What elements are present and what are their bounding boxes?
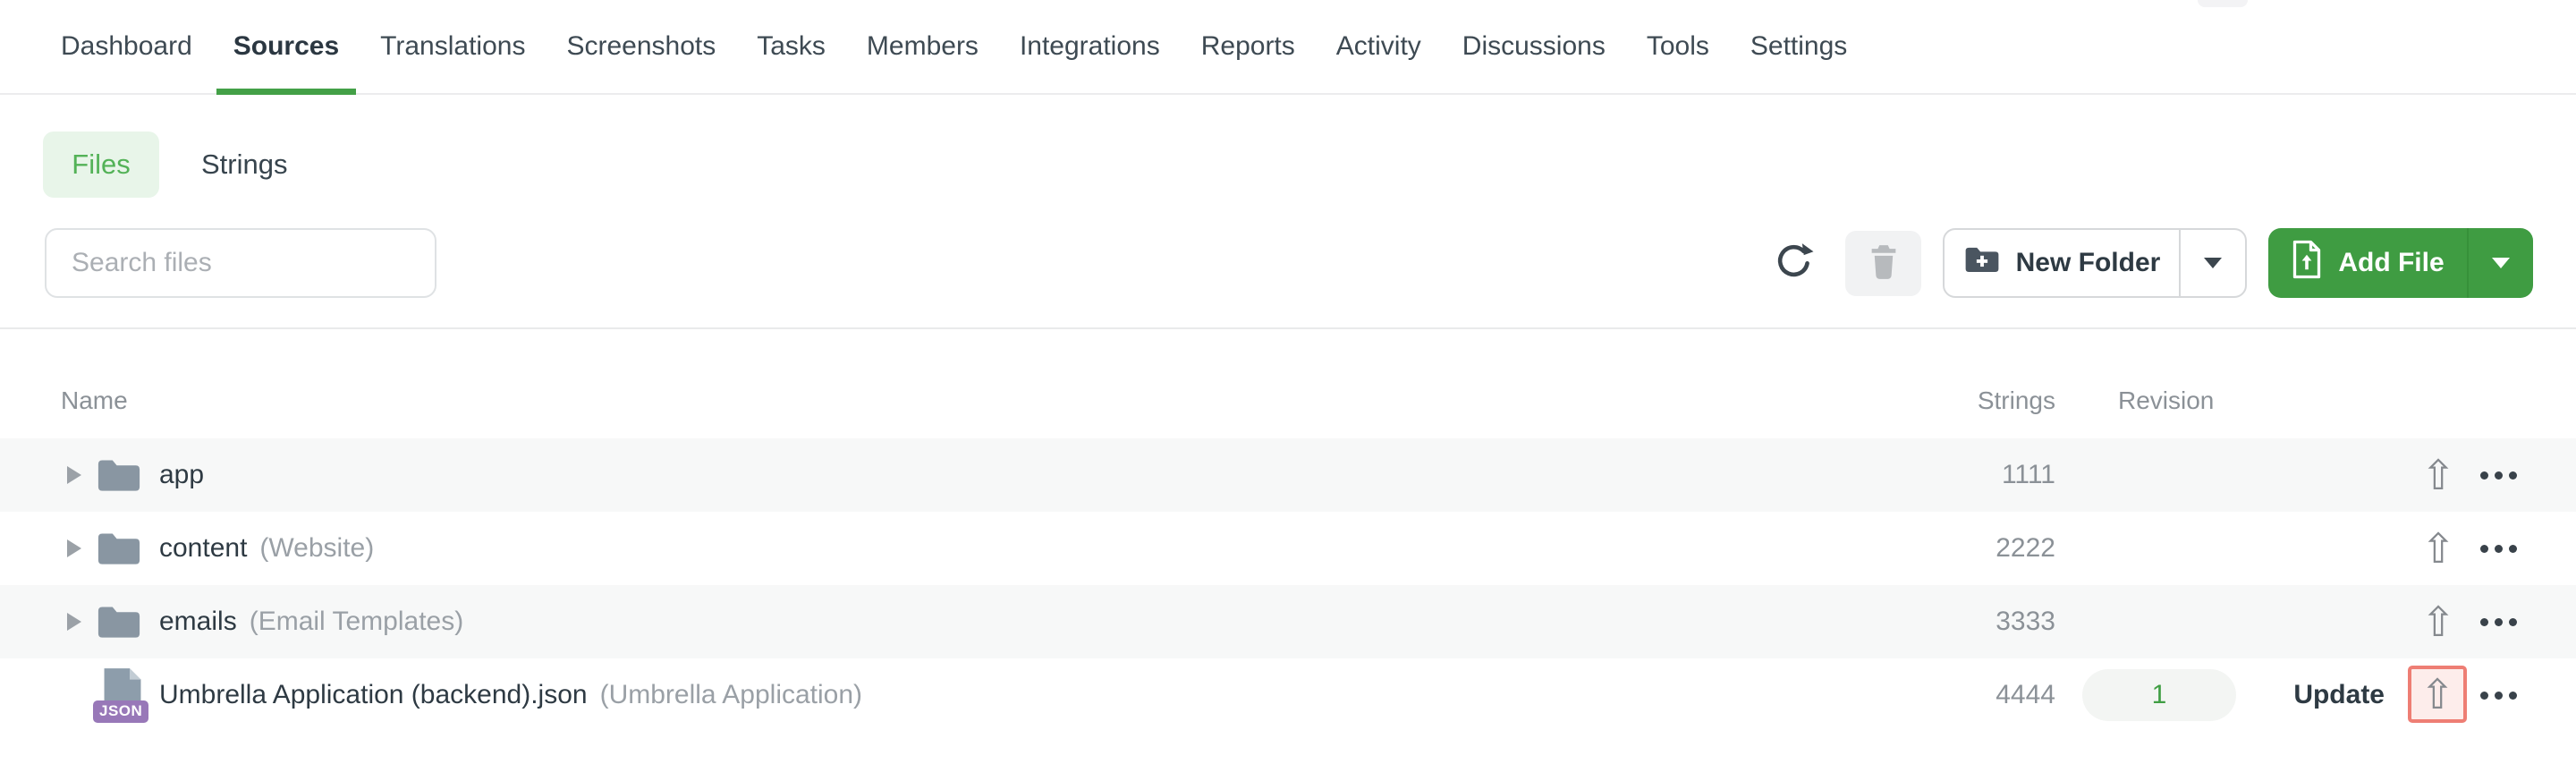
revision-badge[interactable]: 1 — [2082, 669, 2236, 721]
strings-count: 2222 — [1996, 533, 2055, 563]
nav-label: Sources — [233, 31, 340, 61]
ellipsis-icon — [2479, 691, 2488, 700]
folder-icon — [95, 529, 143, 568]
column-header-revision: Revision — [2118, 386, 2215, 414]
more-actions-button[interactable] — [2465, 658, 2531, 732]
nav-members[interactable]: Members — [867, 0, 979, 93]
nav-label: Activity — [1335, 31, 1421, 61]
upload-icon[interactable]: ⇧ — [2421, 601, 2456, 642]
strings-count: 3333 — [1996, 607, 2055, 636]
nav-label: Dashboard — [61, 31, 192, 61]
table-row-content: content (Website) 2222 ⇧ — [0, 512, 2576, 585]
nav-dashboard[interactable]: Dashboard — [61, 0, 192, 93]
folder-name[interactable]: content — [159, 533, 247, 564]
ellipsis-icon — [2494, 691, 2503, 700]
nav-reports[interactable]: Reports — [1201, 0, 1295, 93]
more-actions-button[interactable] — [2465, 512, 2531, 585]
more-actions-button[interactable] — [2465, 438, 2531, 512]
json-file-icon: JSON — [93, 667, 149, 723]
ellipsis-icon — [2508, 544, 2517, 553]
nav-label: Reports — [1200, 31, 1295, 61]
new-folder-icon — [1963, 243, 2001, 283]
search-input[interactable] — [45, 228, 436, 298]
update-link[interactable]: Update — [2293, 680, 2385, 710]
toolbar-divider — [0, 327, 2576, 329]
add-file-label: Add File — [2338, 248, 2445, 277]
ellipsis-icon — [2508, 691, 2517, 700]
nav-integrations[interactable]: Integrations — [1020, 0, 1160, 93]
table-row-umbrella-file: JSON Umbrella Application (backend).json… — [0, 658, 2576, 732]
file-table: app 1111 ⇧ content (Website) 2222 ⇧ emai… — [0, 438, 2576, 732]
ellipsis-icon — [2479, 617, 2488, 626]
ellipsis-icon — [2494, 617, 2503, 626]
add-file-button[interactable]: Add File — [2268, 228, 2467, 298]
ellipsis-icon — [2479, 544, 2488, 553]
folder-title: (Website) — [259, 533, 375, 563]
nav-discussions[interactable]: Discussions — [1462, 0, 1606, 93]
upload-icon[interactable]: ⇧ — [2421, 454, 2456, 496]
ellipsis-icon — [2508, 471, 2517, 480]
expand-caret-icon[interactable] — [67, 613, 81, 631]
nav-label: Tasks — [757, 31, 826, 61]
delete-button[interactable] — [1845, 231, 1921, 296]
new-folder-label: New Folder — [2015, 248, 2161, 277]
highlight-box[interactable]: ⇧ — [2408, 666, 2467, 723]
nav-settings[interactable]: Settings — [1750, 0, 1847, 93]
expand-caret-icon[interactable] — [67, 539, 81, 557]
json-badge: JSON — [93, 700, 149, 723]
project-nav: Dashboard Sources Translations Screensho… — [0, 0, 2576, 95]
nav-label: Translations — [380, 31, 526, 61]
folder-icon — [95, 455, 143, 495]
nav-tools[interactable]: Tools — [1647, 0, 1709, 93]
table-row-emails: emails (Email Templates) 3333 ⇧ — [0, 585, 2576, 658]
folder-name[interactable]: emails — [159, 607, 237, 637]
file-name[interactable]: Umbrella Application (backend).json — [159, 680, 588, 710]
refresh-button[interactable] — [1767, 235, 1821, 289]
folder-title: (Email Templates) — [249, 607, 464, 636]
file-title: (Umbrella Application) — [599, 680, 863, 709]
nav-label: Tools — [1646, 31, 1709, 61]
upload-icon[interactable]: ⇧ — [2421, 528, 2456, 569]
nav-screenshots[interactable]: Screenshots — [566, 0, 716, 93]
view-switch: Files Strings — [43, 132, 287, 198]
folder-name[interactable]: app — [159, 460, 204, 490]
strings-count: 4444 — [1996, 680, 2055, 709]
nav-label: Screenshots — [566, 31, 716, 61]
folder-icon — [95, 602, 143, 641]
more-actions-button[interactable] — [2465, 585, 2531, 658]
tab-strings[interactable]: Strings — [201, 149, 287, 181]
expand-caret-icon[interactable] — [67, 466, 81, 484]
nav-tasks[interactable]: Tasks — [757, 0, 826, 93]
trash-icon — [1867, 242, 1901, 284]
chevron-down-icon — [2204, 258, 2222, 268]
ellipsis-icon — [2479, 471, 2488, 480]
strings-count: 1111 — [2001, 460, 2055, 489]
nav-sources[interactable]: Sources — [216, 0, 357, 95]
ellipsis-icon — [2508, 617, 2517, 626]
nav-label: Discussions — [1462, 31, 1606, 61]
add-file-icon — [2291, 239, 2323, 287]
nav-translations[interactable]: Translations — [380, 0, 525, 93]
column-header-strings: Strings — [1977, 386, 2055, 414]
add-file-split-button: Add File — [2268, 228, 2533, 298]
nav-label: Settings — [1750, 31, 1848, 61]
new-folder-split-button: New Folder — [1943, 228, 2247, 298]
ellipsis-icon — [2494, 544, 2503, 553]
chevron-down-icon — [2492, 258, 2510, 268]
tab-files-label: Files — [72, 149, 131, 180]
tab-strings-label: Strings — [201, 149, 288, 180]
tab-files[interactable]: Files — [43, 132, 159, 198]
nav-label: Integrations — [1019, 31, 1160, 61]
new-folder-dropdown-button[interactable] — [2179, 230, 2245, 296]
column-header-name: Name — [61, 386, 128, 414]
table-row-app: app 1111 ⇧ — [0, 438, 2576, 512]
nav-label: Members — [866, 31, 979, 61]
refresh-icon — [1774, 241, 1815, 284]
nav-activity[interactable]: Activity — [1336, 0, 1421, 93]
add-file-dropdown-button[interactable] — [2467, 228, 2533, 298]
new-folder-button[interactable]: New Folder — [1945, 230, 2179, 296]
ellipsis-icon — [2494, 471, 2503, 480]
upload-icon[interactable]: ⇧ — [2420, 674, 2455, 715]
